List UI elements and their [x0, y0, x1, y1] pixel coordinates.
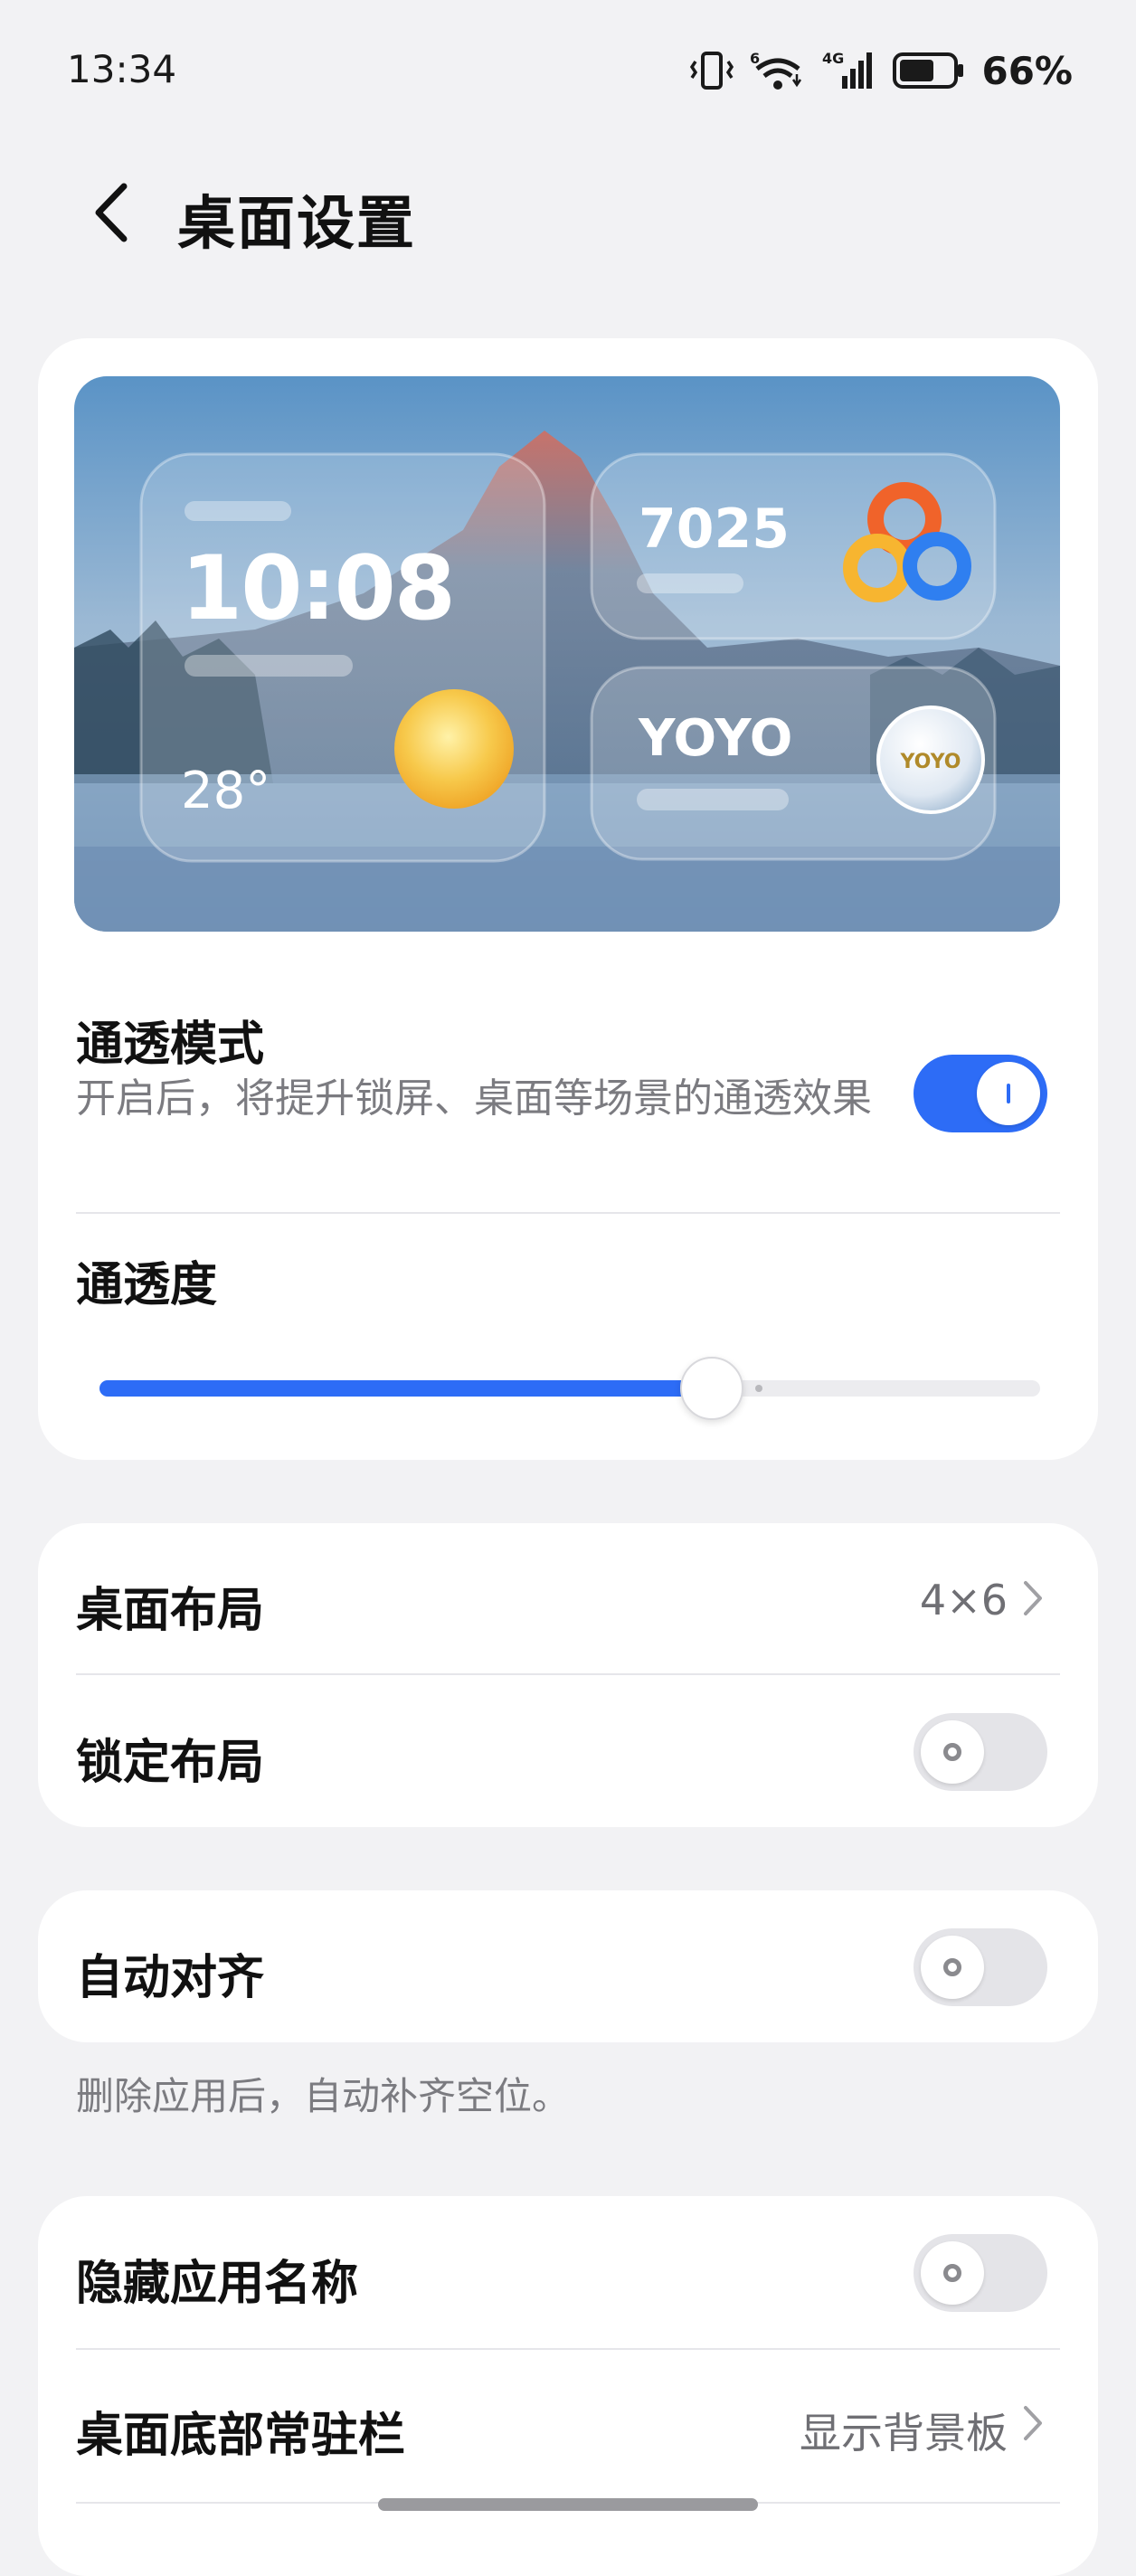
layout-card: 桌面布局 4×6 锁定布局: [38, 1523, 1098, 1827]
yoyo-badge: YOYO: [900, 751, 961, 773]
desktop-layout-row[interactable]: 桌面布局 4×6: [38, 1523, 1098, 1673]
status-bar: 13:34 6 4G 66%: [0, 0, 1136, 145]
preview-yoyo-label: YOYO: [639, 709, 793, 768]
preview-clock: 10:08: [181, 537, 456, 640]
toggle-knob: [921, 2241, 984, 2305]
battery-percent: 66%: [981, 48, 1073, 93]
divider: [76, 1212, 1060, 1214]
divider: [76, 1673, 1060, 1675]
chevron-right-icon: [1024, 2406, 1042, 2440]
status-icons: 6 4G 66%: [690, 45, 1073, 96]
chevron-left-icon: [95, 183, 128, 242]
transparency-mode-toggle[interactable]: [914, 1055, 1047, 1132]
desktop-layout-title: 桌面布局: [76, 1584, 265, 1638]
wallpaper-preview: 10:08 28° 7025 YOYO YOYO: [74, 376, 1060, 932]
lock-layout-toggle[interactable]: [914, 1713, 1047, 1791]
toggle-knob: [921, 1936, 984, 1999]
lock-layout-title: 锁定布局: [76, 1736, 265, 1790]
page-header: 桌面设置: [0, 163, 1136, 262]
back-button[interactable]: [80, 177, 143, 248]
auto-align-note: 删除应用后，自动补齐空位。: [76, 2074, 571, 2118]
wifi-label: 6: [750, 50, 760, 67]
toggle-knob: [921, 1720, 984, 1784]
dock-bar-title: 桌面底部常驻栏: [76, 2409, 406, 2463]
status-time: 13:34: [67, 47, 177, 91]
battery-icon: [893, 52, 964, 89]
transparency-level-slider[interactable]: [99, 1357, 1040, 1420]
chevron-right-icon: [1024, 1581, 1042, 1615]
vibrate-icon: [690, 52, 734, 90]
hide-app-names-toggle[interactable]: [914, 2234, 1047, 2312]
transparency-mode-title: 通透模式: [76, 1018, 265, 1072]
slider-fill: [99, 1380, 712, 1397]
names-dock-card: 隐藏应用名称 桌面底部常驻栏 显示背景板: [38, 2196, 1098, 2576]
wifi-icon: 6: [750, 50, 802, 90]
page-title: 桌面设置: [177, 191, 416, 258]
transparency-mode-description: 开启后，将提升锁屏、桌面等场景的通透效果: [76, 1075, 872, 1122]
desktop-layout-value: 4×6: [919, 1576, 1008, 1624]
preview-background: [74, 376, 1060, 932]
dock-bar-row[interactable]: 桌面底部常驻栏 显示背景板: [38, 2350, 1098, 2504]
transparency-level-title: 通透度: [76, 1258, 218, 1312]
auto-align-toggle[interactable]: [914, 1928, 1047, 2006]
preview-steps: 7025: [639, 497, 790, 561]
auto-align-title: 自动对齐: [76, 1951, 265, 2005]
slider-thumb[interactable]: [680, 1357, 743, 1420]
home-indicator[interactable]: [378, 2498, 758, 2511]
dock-bar-value: 显示背景板: [800, 2409, 1008, 2458]
toggle-knob: [977, 1062, 1040, 1125]
cellular-signal-icon: 4G: [822, 50, 873, 89]
hide-app-names-title: 隐藏应用名称: [76, 2257, 359, 2311]
preview-temperature: 28°: [181, 762, 271, 820]
network-type-label: 4G: [822, 50, 844, 67]
slider-step-dot: [755, 1385, 762, 1392]
auto-align-card: 自动对齐: [38, 1890, 1098, 2042]
transparency-card: 10:08 28° 7025 YOYO YOYO 通透模式 开启后，将提升锁屏、…: [38, 338, 1098, 1460]
